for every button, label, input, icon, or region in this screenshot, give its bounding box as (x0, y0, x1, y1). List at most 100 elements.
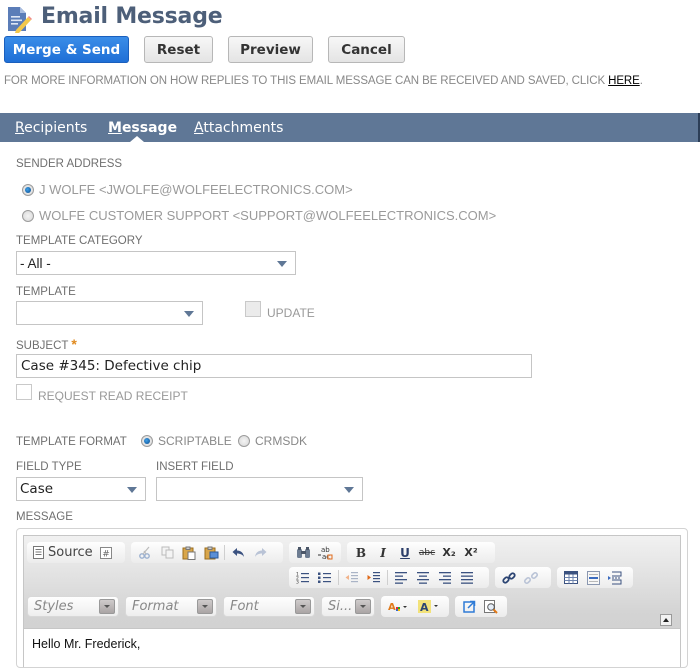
chevron-down-icon (277, 261, 287, 267)
horizontal-line-icon[interactable] (582, 569, 604, 587)
sender-option-label: J WOLFE <JWOLFE@WOLFEELECTRONICS.COM> (39, 182, 353, 197)
paragraph-group: 123 (289, 567, 489, 588)
source-document-icon[interactable] (30, 544, 46, 562)
here-link[interactable]: HERE (608, 75, 640, 87)
superscript-button[interactable]: X² (460, 544, 482, 562)
numbered-list-icon[interactable]: 123 (292, 569, 314, 587)
radio-button-selected[interactable] (22, 183, 34, 196)
chevron-down-icon (127, 487, 137, 493)
source-button[interactable]: Source (48, 545, 93, 560)
chevron-down-icon (355, 599, 371, 614)
bulleted-list-icon[interactable] (314, 569, 336, 587)
tab-bar: Recipients Message Attachments (0, 113, 700, 142)
format-combo-label: Format (132, 599, 179, 614)
font-combo-label: Font (230, 599, 259, 614)
tab-message-accesskey: M (108, 120, 122, 136)
decrease-indent-icon[interactable] (341, 569, 363, 587)
format-option-crmsdk[interactable]: CRMSDK (238, 434, 307, 448)
paste-from-word-icon[interactable] (200, 544, 222, 562)
subscript-button[interactable]: X₂ (438, 544, 460, 562)
merge-send-button[interactable]: Merge & Send (4, 36, 129, 63)
increase-indent-icon[interactable] (363, 569, 385, 587)
template-category-value: - All - (20, 255, 51, 271)
subject-label-text: SUBJECT (16, 340, 69, 352)
underline-button[interactable]: U (394, 544, 416, 562)
format-combo[interactable]: Format (125, 596, 217, 617)
template-category-label: TEMPLATE CATEGORY (16, 235, 143, 247)
template-category-select[interactable]: - All - (16, 251, 296, 275)
subject-value: Case #345: Defective chip (21, 358, 202, 374)
svg-text:A: A (420, 601, 429, 613)
reply-info-message: FOR MORE INFORMATION ON HOW REPLIES TO T… (4, 75, 609, 87)
tab-attachments-accesskey: A (194, 120, 204, 136)
message-body[interactable]: Hello Mr. Frederick, (24, 628, 680, 667)
cancel-button[interactable]: Cancel (328, 36, 405, 63)
template-label: TEMPLATE (16, 286, 76, 298)
radio-button[interactable] (238, 435, 250, 447)
styles-combo[interactable]: Styles (27, 596, 119, 617)
cut-icon[interactable] (134, 544, 156, 562)
font-combo[interactable]: Font (223, 596, 315, 617)
required-marker: * (71, 336, 77, 352)
insert-field-select[interactable] (156, 477, 363, 501)
page-break-icon[interactable] (604, 569, 626, 587)
italic-button[interactable]: I (372, 544, 394, 562)
justify-icon[interactable] (456, 569, 478, 587)
reply-info-suffix: . (639, 75, 643, 87)
sender-option-support[interactable]: WOLFE CUSTOMER SUPPORT <SUPPORT@WOLFEELE… (22, 208, 496, 223)
insert-field-label: INSERT FIELD (156, 461, 234, 473)
format-option-label: CRMSDK (255, 434, 308, 448)
background-color-icon[interactable]: A (414, 598, 444, 616)
update-checkbox[interactable] (245, 301, 261, 317)
tab-attachments-label: ttachments (203, 120, 284, 136)
format-option-label: SCRIPTABLE (158, 434, 232, 448)
read-receipt-checkbox[interactable] (16, 384, 32, 400)
field-type-select[interactable]: Case (16, 477, 146, 501)
field-type-value: Case (20, 481, 54, 497)
show-blocks-icon[interactable]: # (97, 544, 115, 562)
maximize-icon[interactable] (458, 598, 480, 616)
preview-button[interactable]: Preview (228, 36, 313, 63)
size-combo[interactable]: Si... (321, 596, 375, 617)
subject-input[interactable]: Case #345: Defective chip (16, 354, 532, 378)
preview-icon[interactable] (480, 598, 502, 616)
table-icon[interactable] (560, 569, 582, 587)
text-color-icon[interactable]: A (384, 598, 414, 616)
template-select[interactable] (16, 301, 203, 325)
redo-icon[interactable] (249, 544, 271, 562)
reply-info-text: FOR MORE INFORMATION ON HOW REPLIES TO T… (4, 75, 643, 87)
collapse-toolbar-button[interactable] (660, 614, 672, 626)
tab-recipients-accesskey: R (15, 120, 25, 136)
tab-recipients[interactable]: Recipients (15, 120, 87, 136)
tab-message[interactable]: Message (108, 120, 177, 136)
reset-button[interactable]: Reset (144, 36, 213, 63)
subject-label: SUBJECT * (16, 336, 77, 352)
field-type-label: FIELD TYPE (16, 461, 82, 473)
color-group: A A (381, 596, 449, 617)
align-left-icon[interactable] (390, 569, 412, 587)
undo-icon[interactable] (227, 544, 249, 562)
align-center-icon[interactable] (412, 569, 434, 587)
link-icon[interactable] (498, 569, 520, 587)
document-edit-icon (5, 5, 33, 33)
paste-icon[interactable] (178, 544, 200, 562)
find-binoculars-icon[interactable] (292, 544, 314, 562)
replace-icon[interactable]: ab ac (314, 544, 336, 562)
unlink-icon[interactable] (520, 569, 542, 587)
bold-button[interactable]: B (350, 544, 372, 562)
toolbar-separator (387, 570, 388, 585)
tab-recipients-label: ecipients (24, 120, 88, 136)
tab-message-label: essage (121, 120, 178, 136)
copy-icon[interactable] (156, 544, 178, 562)
align-right-icon[interactable] (434, 569, 456, 587)
insert-group (557, 567, 633, 588)
strikethrough-button[interactable]: abc (416, 544, 438, 562)
format-option-scriptable[interactable]: SCRIPTABLE (141, 434, 232, 448)
svg-text:#: # (102, 549, 110, 559)
size-combo-label: Si... (328, 599, 353, 614)
tab-attachments[interactable]: Attachments (194, 120, 283, 136)
radio-button[interactable] (22, 209, 34, 222)
tools-group (455, 596, 507, 617)
sender-option-jwolfe[interactable]: J WOLFE <JWOLFE@WOLFEELECTRONICS.COM> (22, 182, 353, 197)
radio-button-selected[interactable] (141, 435, 153, 447)
